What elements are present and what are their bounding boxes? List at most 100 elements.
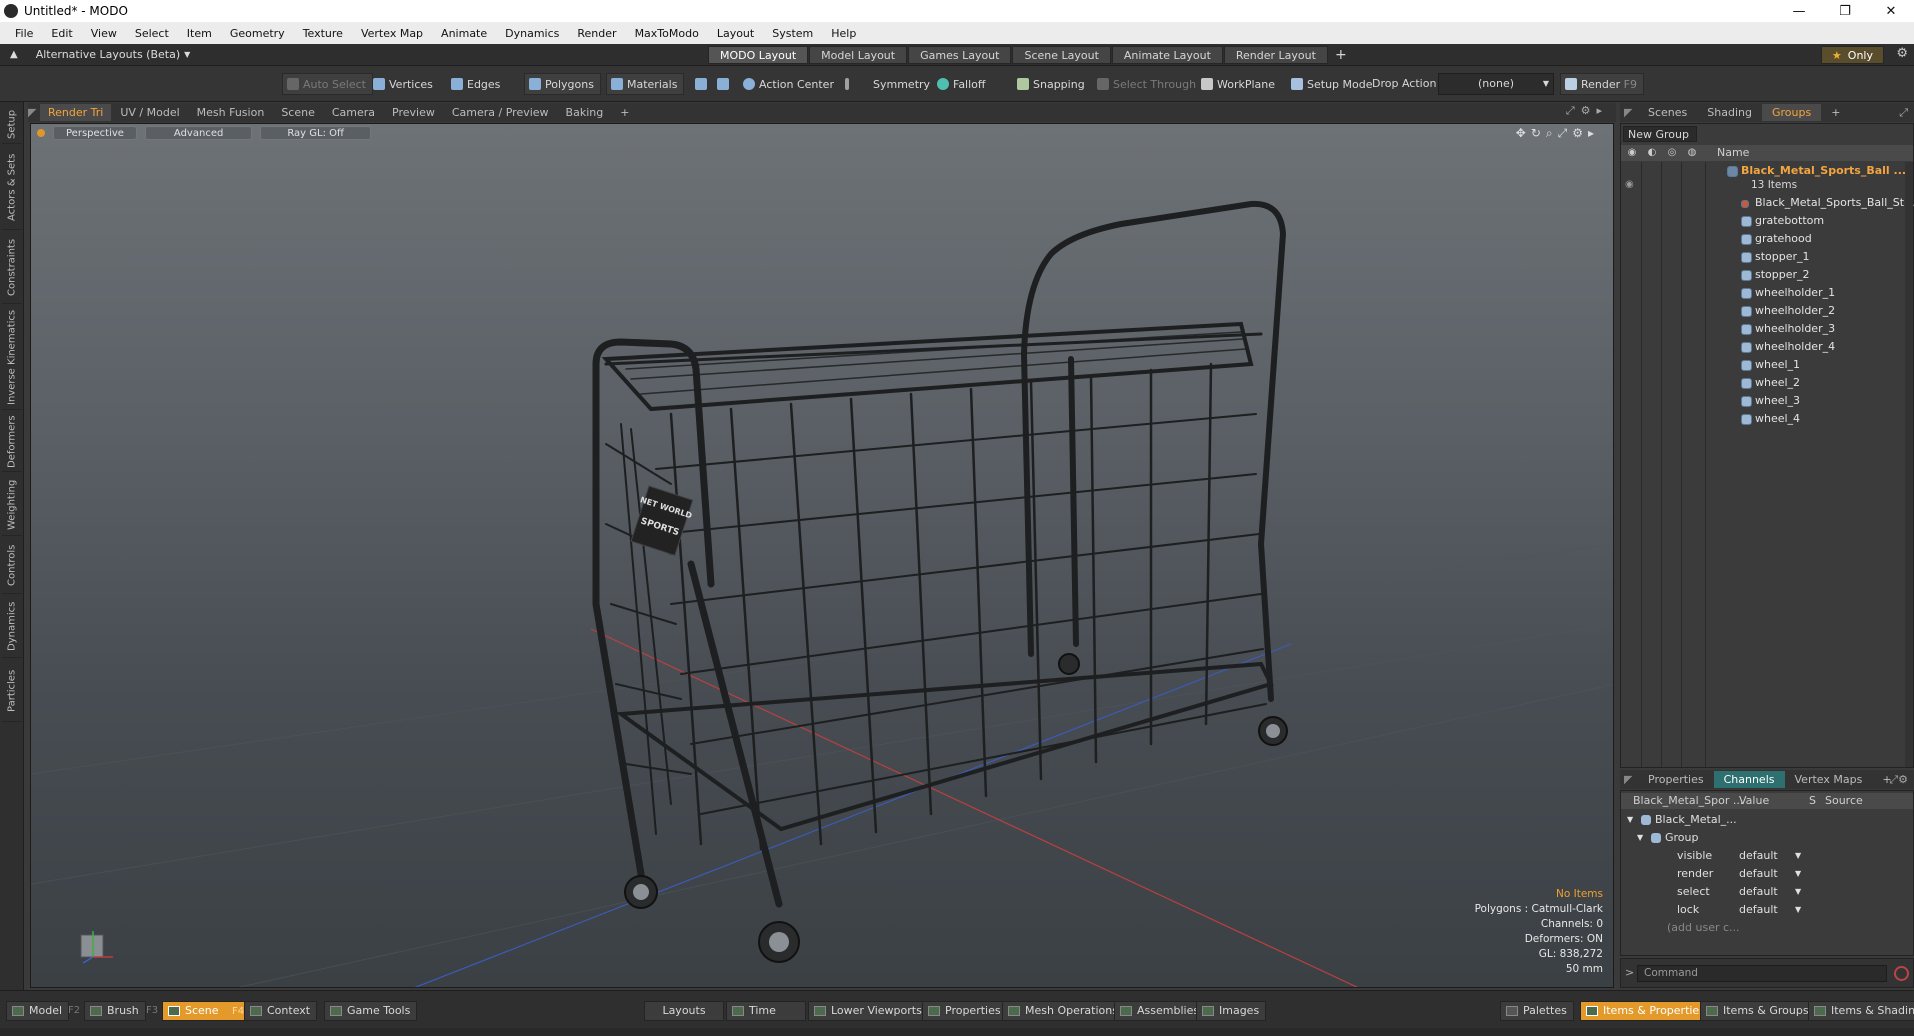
tab-groups[interactable]: Groups: [1761, 104, 1822, 121]
lock-column-icon[interactable]: ◎: [1665, 147, 1679, 159]
tab-camera[interactable]: Camera: [324, 104, 383, 121]
menu-dynamics[interactable]: Dynamics: [496, 27, 568, 40]
edges-button[interactable]: Edges: [446, 73, 507, 95]
lock-value[interactable]: default: [1739, 901, 1778, 919]
game-tools-button[interactable]: Game Tools: [324, 1001, 418, 1021]
pivot-mode-button[interactable]: [712, 73, 732, 95]
ray-gl-toggle[interactable]: Ray GL: Off: [260, 126, 371, 140]
tab-properties[interactable]: Properties: [1638, 771, 1714, 788]
perspective-dropdown[interactable]: Perspective: [53, 126, 137, 140]
symmetry-button[interactable]: Symmetry: [840, 73, 937, 95]
vtab-particles[interactable]: Particles: [2, 660, 22, 722]
polygons-button[interactable]: Polygons: [524, 73, 601, 95]
channel-root-row[interactable]: ▼ Black_Metal_...: [1621, 811, 1913, 829]
record-macro-icon[interactable]: [1894, 966, 1909, 981]
vtab-dynamics[interactable]: Dynamics: [2, 596, 22, 658]
lower-viewports-button[interactable]: Lower Viewports: [808, 1001, 929, 1021]
menu-help[interactable]: Help: [822, 27, 865, 40]
properties-button[interactable]: Properties: [922, 1001, 1008, 1021]
menu-edit[interactable]: Edit: [42, 27, 81, 40]
model-mode-button[interactable]: Model: [6, 1001, 70, 1021]
menu-system[interactable]: System: [763, 27, 822, 40]
items-shading-button[interactable]: Items & Shading: [1808, 1001, 1914, 1021]
dropdown-arrow-icon[interactable]: ▼: [1795, 847, 1801, 865]
vtab-inverse-kinematics[interactable]: Inverse Kinematics: [2, 306, 22, 410]
maximize-button[interactable]: ❐: [1822, 0, 1868, 22]
panel-menu-icon[interactable]: ◤: [1624, 773, 1632, 786]
mesh-operations-button[interactable]: Mesh Operations: [1002, 1001, 1125, 1021]
tab-scenes[interactable]: Scenes: [1638, 104, 1697, 121]
list-item[interactable]: gratehood: [1621, 230, 1913, 248]
3d-viewport[interactable]: NET WORLD SPORTS Perspective Advanced Ra…: [30, 123, 1614, 988]
advanced-dropdown[interactable]: Advanced: [144, 126, 253, 140]
command-input[interactable]: Command: [1637, 965, 1887, 982]
assemblies-button[interactable]: Assemblies: [1114, 1001, 1207, 1021]
menu-vertex-map[interactable]: Vertex Map: [352, 27, 432, 40]
layouts-button[interactable]: Layouts: [644, 1001, 724, 1021]
visibility-icon[interactable]: ◉: [1625, 176, 1634, 194]
panel-controls[interactable]: ⤢⚙: [1889, 773, 1908, 787]
channel-row-lock[interactable]: lock default ▼: [1621, 901, 1913, 919]
select-value[interactable]: default: [1739, 883, 1778, 901]
tab-scene-layout[interactable]: Scene Layout: [1012, 46, 1111, 64]
only-toggle[interactable]: ★ Only: [1820, 46, 1884, 64]
menu-texture[interactable]: Texture: [294, 27, 352, 40]
channel-row-visible[interactable]: visible default ▼: [1621, 847, 1913, 865]
vtab-weighting[interactable]: Weighting: [2, 474, 22, 536]
list-item[interactable]: wheel_1: [1621, 356, 1913, 374]
dropdown-arrow-icon[interactable]: ▼: [1795, 865, 1801, 883]
tab-animate-layout[interactable]: Animate Layout: [1111, 46, 1223, 64]
menu-render[interactable]: Render: [568, 27, 625, 40]
channel-group-row[interactable]: ▼ Group: [1621, 829, 1913, 847]
drop-action-dropdown[interactable]: (none) ▼: [1438, 73, 1554, 95]
list-item[interactable]: wheelholder_4: [1621, 338, 1913, 356]
groups-scrollbar[interactable]: [1905, 162, 1913, 767]
alternative-layouts-dropdown[interactable]: ▲ Alternative Layouts (Beta) ▼: [0, 48, 190, 61]
time-button[interactable]: Time: [726, 1001, 806, 1021]
palettes-button[interactable]: Palettes: [1500, 1001, 1574, 1021]
panel-controls[interactable]: ⤢⚙▸: [1566, 104, 1608, 118]
vtab-deformers[interactable]: Deformers: [2, 412, 22, 472]
panel-menu-icon[interactable]: ◤: [1624, 106, 1632, 119]
expand-arrow-icon[interactable]: ▼: [1637, 829, 1643, 847]
snapping-button[interactable]: Snapping: [1012, 73, 1092, 95]
tab-modo-layout[interactable]: MODO Layout: [708, 46, 809, 64]
vtab-constraints[interactable]: Constraints: [2, 232, 22, 304]
tab-shading[interactable]: Shading: [1697, 104, 1762, 121]
menu-geometry[interactable]: Geometry: [221, 27, 294, 40]
panel-menu-icon[interactable]: ◤: [28, 106, 36, 119]
items-properties-button[interactable]: Items & Properties: [1580, 1001, 1712, 1021]
new-group-button[interactable]: New Group: [1623, 126, 1697, 142]
gear-icon[interactable]: ⚙: [1896, 46, 1908, 61]
panel-expand-icon[interactable]: ⤢: [1899, 106, 1908, 120]
render-value[interactable]: default: [1739, 865, 1778, 883]
visible-value[interactable]: default: [1739, 847, 1778, 865]
menu-animate[interactable]: Animate: [432, 27, 496, 40]
menu-view[interactable]: View: [82, 27, 126, 40]
add-tab-icon[interactable]: +: [612, 104, 637, 121]
select-column-icon[interactable]: ◍: [1685, 147, 1699, 159]
tab-channels[interactable]: Channels: [1713, 771, 1785, 788]
list-item[interactable]: wheel_3: [1621, 392, 1913, 410]
tab-uv-model[interactable]: UV / Model: [112, 104, 187, 121]
visibility-column-icon[interactable]: ◉: [1625, 147, 1639, 159]
action-center-button[interactable]: Action Center: [738, 73, 841, 95]
tab-preview[interactable]: Preview: [384, 104, 443, 121]
tab-vertex-maps[interactable]: Vertex Maps: [1785, 771, 1873, 788]
tab-scene[interactable]: Scene: [273, 104, 323, 121]
render-button[interactable]: Render F9: [1560, 73, 1644, 95]
items-groups-button[interactable]: Items & Groups: [1700, 1001, 1816, 1021]
add-tab-icon[interactable]: +: [1821, 104, 1850, 121]
menu-select[interactable]: Select: [126, 27, 178, 40]
list-item[interactable]: stopper_2: [1621, 266, 1913, 284]
vtab-actors-sets[interactable]: Actors & Sets: [2, 146, 22, 230]
workplane-button[interactable]: WorkPlane: [1196, 73, 1282, 95]
close-button[interactable]: ✕: [1868, 0, 1914, 22]
menu-item[interactable]: Item: [178, 27, 221, 40]
setup-mode-button[interactable]: Setup Mode: [1286, 73, 1379, 95]
tab-render-layout[interactable]: Render Layout: [1223, 46, 1328, 64]
list-item[interactable]: wheelholder_1: [1621, 284, 1913, 302]
list-item[interactable]: Black_Metal_Sports_Ball_St...: [1621, 194, 1914, 212]
list-item[interactable]: gratebottom: [1621, 212, 1913, 230]
list-item[interactable]: wheel_2: [1621, 374, 1913, 392]
